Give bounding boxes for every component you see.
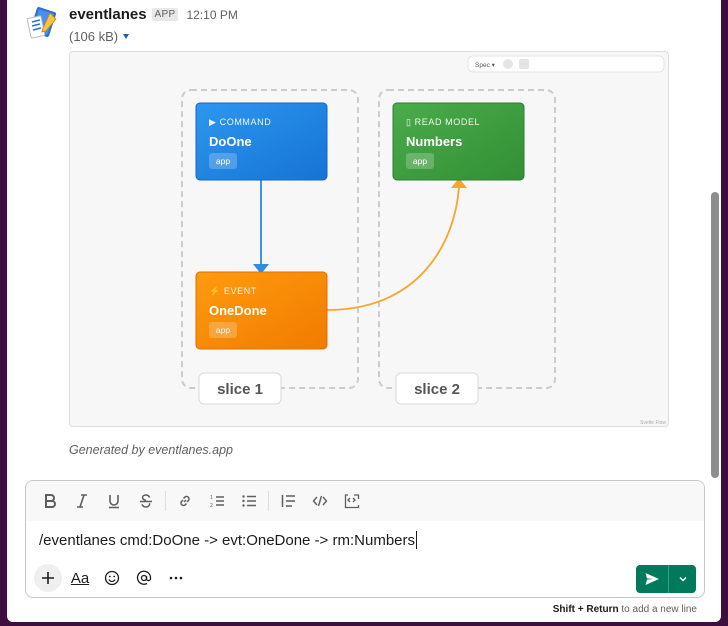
bulleted-list-icon[interactable]: [233, 487, 265, 515]
slack-window: eventlanes APP 12:10 PM (106 kB) Spec ▾ …: [7, 0, 721, 622]
mention-icon: [136, 570, 152, 585]
add-attachment-button[interactable]: [34, 564, 62, 592]
emoji-icon: [104, 570, 120, 586]
message-input-value: /eventlanes cmd:DoOne -> evt:OneDone -> …: [39, 531, 415, 549]
schedule-send-button[interactable]: [669, 565, 696, 593]
edge-event-to-readmodel: [326, 178, 467, 311]
formatting-toolbar: 12: [26, 481, 704, 521]
app-avatar[interactable]: [24, 5, 60, 41]
event-name: OneDone: [209, 303, 267, 318]
code-block-icon[interactable]: [336, 487, 368, 515]
file-size-toggle[interactable]: (106 kB): [69, 29, 130, 44]
toolbar-divider: [165, 491, 166, 511]
hint-text: to add a new line: [618, 604, 697, 615]
plus-icon: [42, 572, 54, 584]
command-kind-label: ▶ COMMAND: [209, 117, 271, 127]
command-node[interactable]: ▶ COMMAND DoOne app: [195, 102, 328, 181]
link-icon[interactable]: [169, 487, 201, 515]
emoji-button[interactable]: [98, 564, 126, 592]
diagram-toolbar: Spec ▾: [467, 55, 665, 73]
svg-text:1: 1: [210, 495, 213, 501]
text-cursor: [416, 531, 417, 549]
read-model-node[interactable]: ▯ READ MODEL Numbers app: [392, 102, 525, 181]
blockquote-icon[interactable]: [272, 487, 304, 515]
newline-hint: Shift + Return to add a new line: [553, 604, 697, 615]
message-header: eventlanes APP 12:10 PM: [69, 6, 238, 23]
svelte-flow-attribution[interactable]: Svelte Flow: [640, 420, 666, 426]
toolbar-divider: [268, 491, 269, 511]
send-icon: [645, 573, 659, 585]
author-name[interactable]: eventlanes: [69, 6, 147, 23]
slice-2-label: slice 2: [414, 381, 460, 398]
command-tag: app: [216, 156, 230, 166]
underline-icon[interactable]: [98, 487, 130, 515]
read-model-name: Numbers: [406, 134, 462, 149]
more-actions-button[interactable]: [162, 564, 190, 592]
strikethrough-icon[interactable]: [130, 487, 162, 515]
eventlanes-diagram: Spec ▾ slice 1 slice 2 ▶ COMMAND DoOne a…: [181, 55, 666, 426]
message-timestamp[interactable]: 12:10 PM: [186, 8, 237, 22]
read-model-kind-label: ▯ READ MODEL: [406, 117, 480, 127]
italic-icon[interactable]: [66, 487, 98, 515]
event-node[interactable]: ⚡ EVENT OneDone app: [195, 271, 328, 350]
image-preview[interactable]: Spec ▾ slice 1 slice 2 ▶ COMMAND DoOne a…: [69, 51, 669, 427]
event-tag: app: [216, 325, 230, 335]
read-model-tag: app: [413, 156, 427, 166]
event-kind-label: ⚡ EVENT: [209, 285, 257, 297]
command-name: DoOne: [209, 134, 252, 149]
ellipsis-icon: [169, 576, 183, 580]
message-input[interactable]: /eventlanes cmd:DoOne -> evt:OneDone -> …: [39, 531, 417, 549]
slice-1-label: slice 1: [217, 381, 263, 398]
bold-icon[interactable]: [34, 487, 66, 515]
hint-shortcut: Shift + Return: [552, 604, 619, 615]
image-caption: Generated by eventlanes.app: [69, 443, 234, 457]
spec-dropdown[interactable]: Spec ▾: [475, 62, 496, 69]
code-icon[interactable]: [304, 487, 336, 515]
app-badge: APP: [151, 8, 179, 21]
fit-view-icon[interactable]: [503, 59, 513, 69]
ordered-list-icon[interactable]: 12: [201, 487, 233, 515]
message-composer[interactable]: 12 /eventlanes cmd:DoOne -> evt:OneDone …: [25, 480, 705, 598]
send-controls: [636, 565, 696, 593]
caret-down-icon: [123, 34, 130, 39]
format-label: Aa: [70, 569, 90, 587]
scrollbar-thumb[interactable]: [711, 192, 719, 478]
composer-actions: Aa: [34, 564, 190, 592]
formatting-toggle-button[interactable]: Aa: [66, 564, 94, 592]
grid-icon[interactable]: [519, 59, 529, 69]
edge-command-to-event: [253, 180, 269, 274]
mention-button[interactable]: [130, 564, 158, 592]
file-size: (106 kB): [69, 29, 119, 44]
chevron-down-icon: [678, 576, 687, 582]
svg-text:2: 2: [210, 503, 213, 509]
send-button[interactable]: [636, 565, 668, 593]
